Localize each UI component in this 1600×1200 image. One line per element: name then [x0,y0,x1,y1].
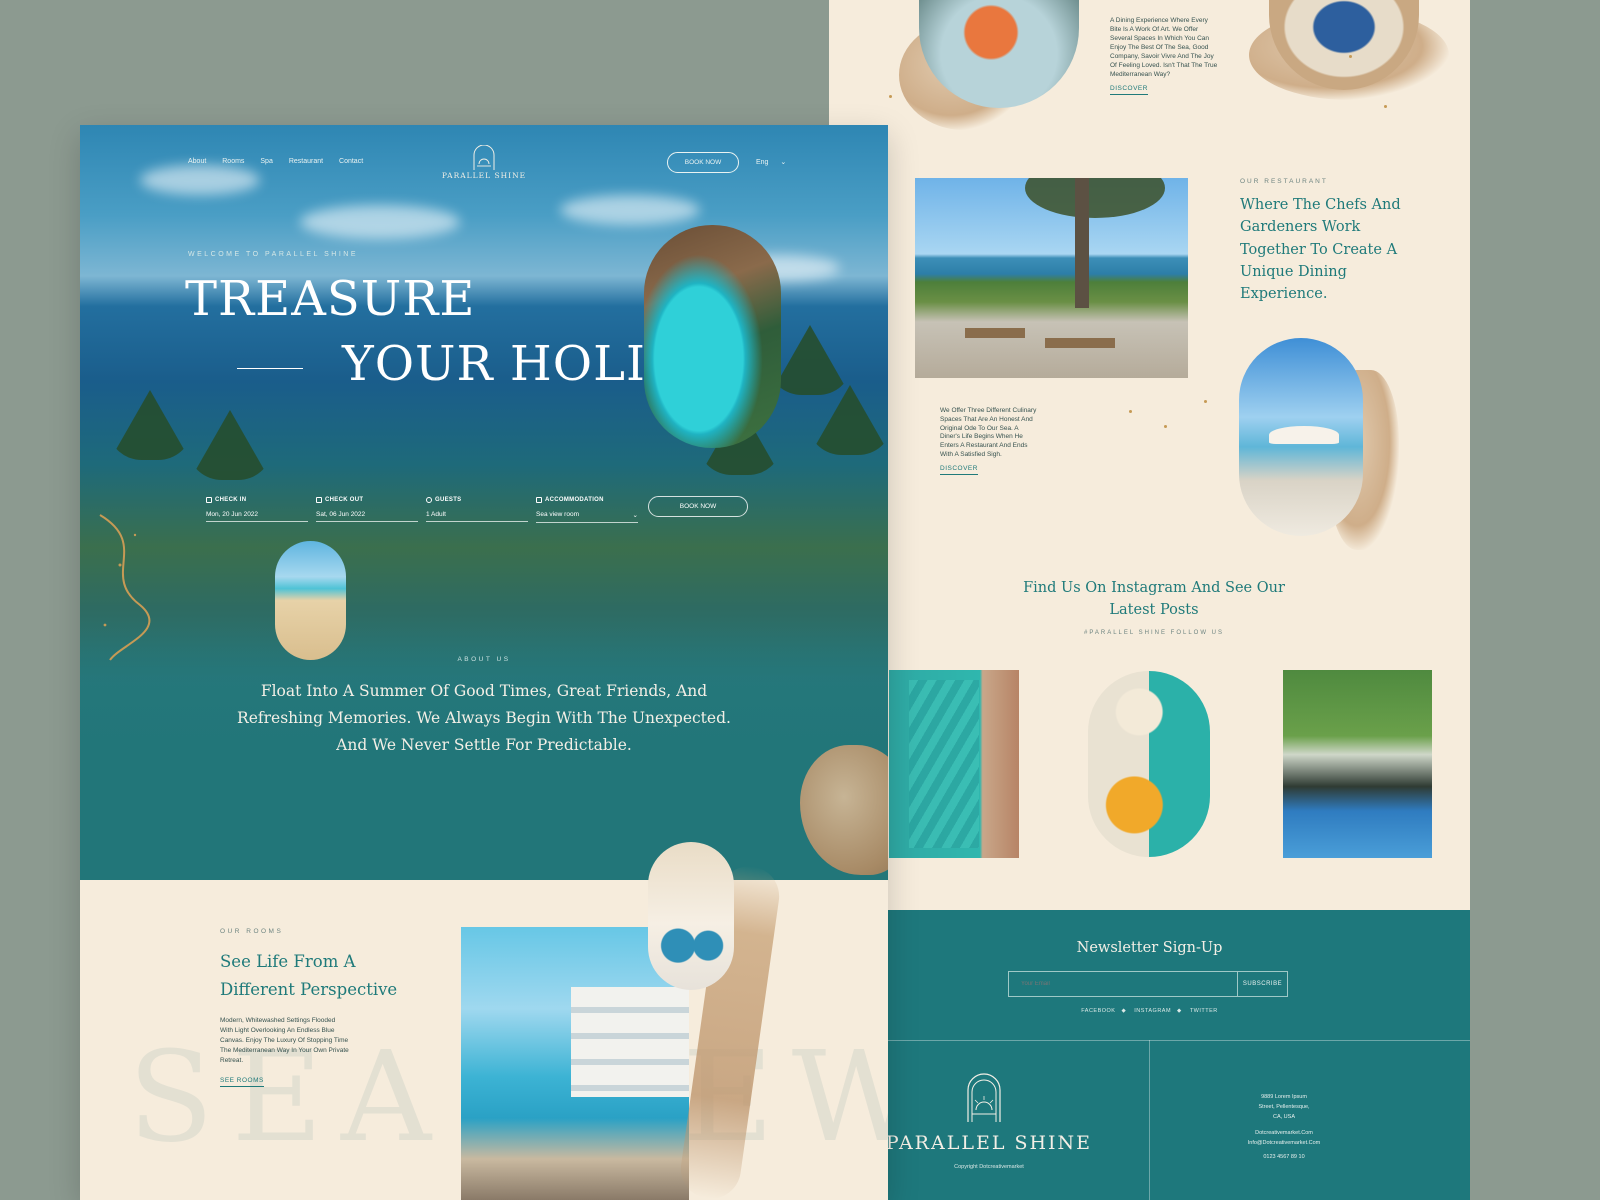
about-text: Float Into A Summer Of Good Times, Great… [237,682,731,754]
facebook-link[interactable]: FACEBOOK [1081,1008,1115,1014]
booking-submit-button[interactable]: BOOK NOW [648,496,748,517]
accommodation-value: Sea view room [536,511,579,518]
guests-label: GUESTS [435,497,462,503]
guests-field[interactable]: GUESTS 1 Adult [426,497,528,522]
restaurant-terrace-photo [915,178,1188,378]
check-in-value: Mon, 20 Jun 2022 [206,511,308,522]
newsletter-title: Newsletter Sign-Up [1076,940,1223,956]
hero-overline: WELCOME TO PARALLEL SHINE [188,251,358,258]
newsletter-section: Newsletter Sign-Up SUBSCRIBE FACEBOOK◆ I… [829,910,1470,1200]
calendar-icon [316,497,322,503]
dining-description: We Offer Three Different Culinary Spaces… [940,407,1037,458]
footer-brand-name: PARALLEL SHINE [885,1132,1093,1154]
copyright-text: Copyright Dotcreativemarket [954,1164,1024,1170]
bedroom-photo [648,842,734,990]
check-out-field[interactable]: CHECK OUT Sat, 06 Jun 2022 [316,497,418,522]
rooms-overline: OUR ROOMS [220,928,284,935]
check-in-label: CHECK IN [215,497,247,503]
instagram-hashtag: #PARALLEL SHINE FOLLOW US [1083,630,1225,636]
social-links: FACEBOOK ◆ INSTAGRAM ◆ TWITTER [1081,1008,1218,1014]
person-icon [426,497,432,503]
chevron-down-icon: ⌄ [632,512,638,519]
sunrise-logo-icon[interactable] [472,145,496,171]
gold-squiggle-decoration [99,514,151,661]
book-now-button[interactable]: BOOK NOW [667,152,739,173]
nav-contact[interactable]: Contact [339,158,363,165]
email-link[interactable]: Info@Dotcreativemarket.Com [1219,1138,1349,1148]
rooms-description: Modern, Whitewashed Settings Flooded Wit… [220,1017,349,1064]
address-line: Street, Pellentesque, [1258,1104,1310,1110]
hero-title-rule [237,368,303,369]
check-out-value: Sat, 06 Jun 2022 [316,511,418,522]
address-line: CA, USA [1272,1114,1295,1120]
contact-details: 9889 Lorem Ipsum Street, Pellentesque, C… [1219,1092,1349,1162]
check-out-label: CHECK OUT [325,497,364,503]
hero-title-line-1: TREASURE [185,271,476,327]
website-link[interactable]: Dotcreativemarket.Com [1219,1128,1349,1138]
secondary-page-preview: A Dining Experience Where Every Bite Is … [829,0,1470,1200]
phone-number: 0123 4567 89 10 [1263,1154,1305,1160]
about-overline: ABOUT US [457,656,511,663]
instagram-link[interactable]: INSTAGRAM [1134,1008,1171,1014]
nav-restaurant[interactable]: Restaurant [289,158,323,165]
guests-value: 1 Adult [426,511,528,522]
subscribe-button[interactable]: SUBSCRIBE [1237,971,1288,997]
instagram-post-pool[interactable] [889,670,1019,858]
address-line: 9889 Lorem Ipsum [1261,1094,1307,1100]
instagram-heading: Find Us On Instagram And See Our Latest … [1023,580,1285,618]
dining-intro-text: A Dining Experience Where Every Bite Is … [1110,17,1218,78]
main-nav: About Rooms Spa Restaurant Contact [188,158,377,165]
nav-rooms[interactable]: Rooms [222,158,244,165]
footer-divider [1149,1040,1150,1200]
language-value: Eng [756,159,769,166]
nav-spa[interactable]: Spa [260,158,272,165]
instagram-post-loungers[interactable] [1283,670,1432,858]
chevron-down-icon: ⌄ [780,159,787,166]
brand-name[interactable]: PARALLEL SHINE [420,171,548,180]
instagram-post-drinks[interactable] [1088,671,1210,857]
twitter-link[interactable]: TWITTER [1190,1008,1218,1014]
see-rooms-link[interactable]: SEE ROOMS [220,1077,264,1087]
main-page-preview: About Rooms Spa Restaurant Contact PARAL… [80,125,888,1200]
discover-link[interactable]: DISCOVER [940,465,978,475]
beach-photo [275,541,346,660]
door-icon [536,497,542,503]
restaurant-overline: OUR RESTAURANT [1240,178,1328,185]
accommodation-label: ACCOMMODATION [545,497,604,503]
sunrise-logo-icon [967,1073,1001,1122]
beach-umbrella-photo [1239,338,1363,536]
rooms-heading: See Life From A Different Perspective [220,952,398,999]
email-input[interactable] [1008,971,1237,997]
nav-about[interactable]: About [188,158,206,165]
accommodation-field[interactable]: ACCOMMODATION Sea view room ⌄ [536,497,638,523]
discover-link[interactable]: DISCOVER [1110,85,1148,95]
pool-aerial-photo [644,225,781,448]
language-select[interactable]: Eng ⌄ [756,158,786,166]
calendar-icon [206,497,212,503]
restaurant-heading: Where The Chefs And Gardeners Work Toget… [1240,197,1401,303]
check-in-field[interactable]: CHECK IN Mon, 20 Jun 2022 [206,497,308,522]
